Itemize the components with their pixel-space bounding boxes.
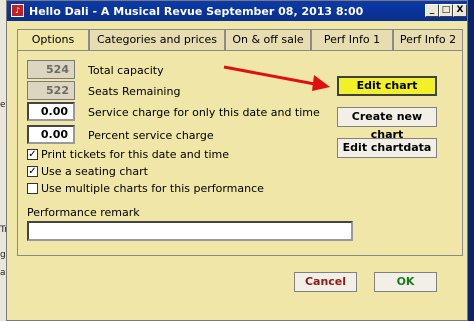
annotation-arrow-icon	[223, 65, 330, 91]
seats-remaining-field: 522	[27, 81, 75, 100]
seats-remaining-label: Seats Remaining	[88, 85, 181, 98]
app-icon: ♪	[11, 4, 24, 17]
tab-on-off-sale[interactable]: On & off sale	[225, 29, 311, 51]
total-capacity-field: 524	[27, 60, 75, 79]
print-tickets-label: Print tickets for this date and time	[41, 148, 230, 161]
remark-label: Performance remark	[27, 206, 140, 219]
title-bar[interactable]: ♪ Hello Dali - A Musical Revue September…	[7, 1, 467, 21]
bg-text-4: a	[0, 268, 6, 278]
maximize-button[interactable]: □	[439, 4, 453, 17]
seating-chart-checkbox[interactable]: ✓	[27, 166, 38, 177]
window-title: Hello Dali - A Musical Revue September 0…	[29, 5, 364, 18]
seating-chart-label: Use a seating chart	[41, 165, 148, 178]
background-window-edge	[468, 0, 474, 321]
tab-options[interactable]: Options	[17, 29, 89, 52]
edit-chartdata-button[interactable]: Edit chartdata	[337, 138, 437, 158]
performance-dialog: ♪ Hello Dali - A Musical Revue September…	[6, 0, 468, 321]
multiple-charts-checkbox[interactable]	[27, 183, 38, 194]
print-tickets-checkbox[interactable]: ✓	[27, 149, 38, 160]
tab-perf-info-2[interactable]: Perf Info 2	[393, 29, 463, 51]
tab-perf-info-1[interactable]: Perf Info 1	[311, 29, 393, 51]
edit-chart-button[interactable]: Edit chart	[337, 76, 437, 96]
cancel-button[interactable]: Cancel	[294, 272, 357, 292]
remark-input[interactable]	[27, 221, 353, 241]
ok-button[interactable]: OK	[374, 272, 437, 292]
percent-service-label: Percent service charge	[88, 129, 214, 142]
percent-service-input[interactable]: 0.00	[27, 125, 75, 144]
bg-text-3: g	[0, 250, 6, 260]
service-charge-label: Service charge for only this date and ti…	[88, 106, 320, 119]
service-charge-input[interactable]: 0.00	[27, 102, 75, 121]
multiple-charts-label: Use multiple charts for this performance	[41, 182, 264, 195]
minimize-button[interactable]: _	[425, 4, 439, 17]
tab-categories-prices[interactable]: Categories and prices	[89, 29, 225, 51]
close-button[interactable]: X	[453, 4, 467, 17]
create-new-chart-button[interactable]: Create new chart	[337, 107, 437, 141]
total-capacity-label: Total capacity	[88, 64, 164, 77]
